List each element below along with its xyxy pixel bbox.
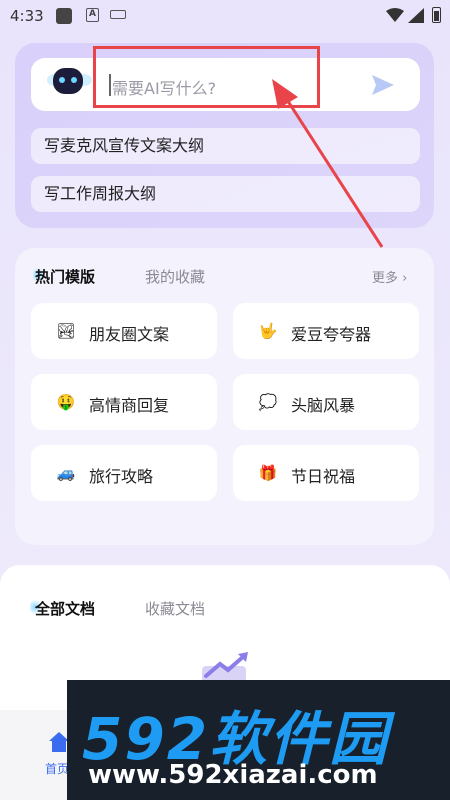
tab-all-documents[interactable]: 全部文档 xyxy=(35,598,95,619)
template-tile[interactable]: 🤑 高情商回复 xyxy=(31,374,217,430)
template-label: 头脑风暴 xyxy=(291,396,356,415)
rock-hand-icon: 🤟 xyxy=(258,322,278,340)
battery-icon xyxy=(432,7,441,23)
annotation-arrow xyxy=(272,79,384,248)
gift-icon: 🎁 xyxy=(258,464,278,482)
template-label: 节日祝福 xyxy=(291,467,356,486)
template-label: 高情商回复 xyxy=(89,396,170,415)
thought-bubble-icon: 💭 xyxy=(258,393,278,411)
cellular-signal-icon xyxy=(408,8,424,23)
template-tile[interactable]: 💭 头脑风暴 xyxy=(233,374,419,430)
wifi-icon xyxy=(386,8,404,22)
tab-hot-templates[interactable]: 热门模版 xyxy=(35,266,95,287)
watermark-url: www.592xiazai.com xyxy=(88,760,378,790)
template-tile[interactable]: 🚙 旅行攻略 xyxy=(31,445,217,501)
empty-docs-illustration xyxy=(202,652,248,684)
template-tile[interactable]: 🤟 爱豆夸夸器 xyxy=(233,303,419,359)
template-label: 爱豆夸夸器 xyxy=(291,325,372,344)
tab-favorite-documents[interactable]: 收藏文档 xyxy=(145,598,205,619)
tab-my-favorites[interactable]: 我的收藏 xyxy=(145,266,205,287)
template-tile[interactable]: 🏞 朋友圈文案 xyxy=(31,303,217,359)
photo-icon: 🏞 xyxy=(56,322,76,340)
keyboard-icon xyxy=(110,10,126,19)
money-face-icon: 🤑 xyxy=(56,393,76,411)
notification-square-icon xyxy=(56,8,72,24)
template-tile[interactable]: 🎁 节日祝福 xyxy=(233,445,419,501)
more-link[interactable]: 更多 › xyxy=(372,267,407,286)
nav-home-label[interactable]: 首页 xyxy=(45,760,69,777)
template-label: 旅行攻略 xyxy=(89,467,154,486)
template-label: 朋友圈文案 xyxy=(89,325,170,344)
robot-face-icon xyxy=(53,68,83,94)
a-notification-icon: A xyxy=(86,8,99,22)
car-icon: 🚙 xyxy=(56,464,76,482)
status-bar: 4:33 A xyxy=(0,0,450,32)
status-time: 4:33 xyxy=(10,7,44,25)
